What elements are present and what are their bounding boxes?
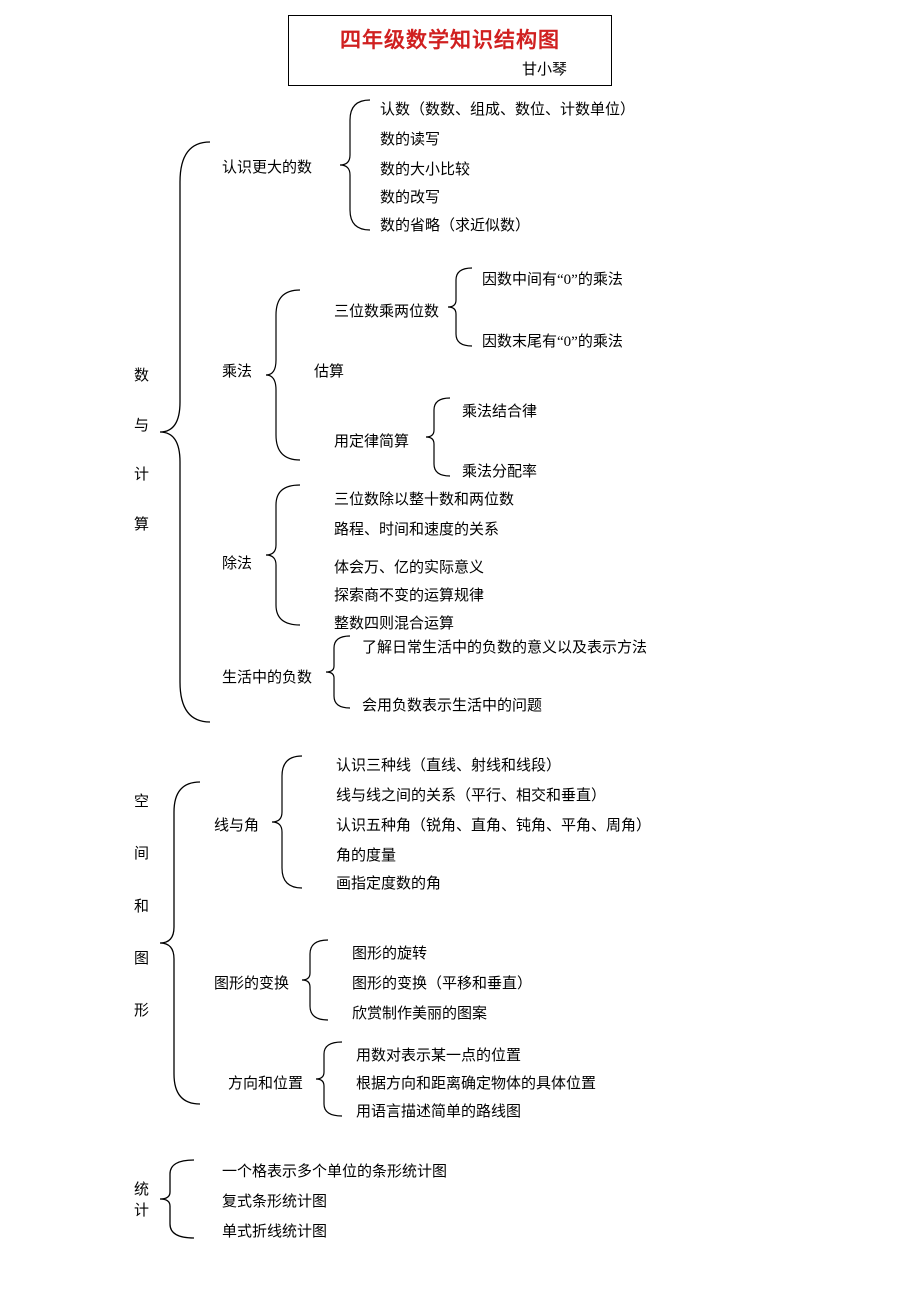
node-negative: 生活中的负数 xyxy=(222,666,312,687)
node-line-angle: 线与角 xyxy=(214,814,259,835)
leaf-2c1: 用数对表示某一点的位置 xyxy=(356,1044,521,1065)
node-3x2: 三位数乘两位数 xyxy=(334,300,439,321)
leaf-a5: 数的省略（求近似数） xyxy=(380,214,530,235)
brace-multiply xyxy=(266,290,306,460)
leaf-2b3: 欣赏制作美丽的图案 xyxy=(352,1002,487,1023)
root1-c3: 算 xyxy=(134,513,149,534)
title-box: 四年级数学知识结构图 甘小琴 xyxy=(288,15,612,86)
brace-root1 xyxy=(160,142,220,722)
diagram-author: 甘小琴 xyxy=(295,58,605,79)
root2-c0: 空 xyxy=(134,790,149,811)
brace-root3 xyxy=(160,1160,200,1238)
leaf-b3a: 乘法结合律 xyxy=(462,400,537,421)
leaf-2b1: 图形的旋转 xyxy=(352,942,427,963)
root1-c2: 计 xyxy=(134,463,149,484)
leaf-a2: 数的读写 xyxy=(380,128,440,149)
root-node-3: 统 计 xyxy=(134,1178,149,1218)
brace-line-angle xyxy=(272,756,308,888)
node-transform: 图形的变换 xyxy=(214,972,289,993)
root1-c0: 数 xyxy=(134,364,149,385)
leaf-c1: 三位数除以整十数和两位数 xyxy=(334,488,514,509)
leaf-a4: 数的改写 xyxy=(380,186,440,207)
leaf-c2: 路程、时间和速度的关系 xyxy=(334,518,499,539)
root3-c0: 统 xyxy=(134,1178,149,1199)
leaf-3b: 复式条形统计图 xyxy=(222,1190,327,1211)
leaf-2b2: 图形的变换（平移和垂直） xyxy=(352,972,532,993)
brace-3x2 xyxy=(448,268,476,346)
leaf-c4: 探索商不变的运算规律 xyxy=(334,584,484,605)
node-large-numbers: 认识更大的数 xyxy=(222,156,312,177)
brace-negative xyxy=(326,636,354,708)
leaf-c5: 整数四则混合运算 xyxy=(334,612,454,633)
leaf-3a: 一个格表示多个单位的条形统计图 xyxy=(222,1160,447,1181)
brace-transform xyxy=(302,940,332,1020)
root3-c1: 计 xyxy=(134,1199,149,1220)
leaf-2a1: 认识三种线（直线、射线和线段） xyxy=(336,754,561,775)
leaf-3c: 单式折线统计图 xyxy=(222,1220,327,1241)
brace-direction xyxy=(316,1042,346,1116)
leaf-c3: 体会万、亿的实际意义 xyxy=(334,556,484,577)
brace-laws xyxy=(426,398,454,476)
node-laws: 用定律简算 xyxy=(334,430,409,451)
leaf-d2: 会用负数表示生活中的问题 xyxy=(362,694,542,715)
leaf-d1: 了解日常生活中的负数的意义以及表示方法 xyxy=(362,636,647,657)
leaf-b3b: 乘法分配率 xyxy=(462,460,537,481)
leaf-2c2: 根据方向和距离确定物体的具体位置 xyxy=(356,1072,596,1093)
node-direction: 方向和位置 xyxy=(228,1072,303,1093)
root2-c2: 和 xyxy=(134,895,149,916)
brace-divide xyxy=(266,485,306,625)
leaf-b1b: 因数末尾有“0”的乘法 xyxy=(482,330,623,351)
leaf-a1: 认数（数数、组成、数位、计数单位） xyxy=(380,98,635,119)
brace-large-numbers xyxy=(340,100,376,230)
leaf-2a4: 角的度量 xyxy=(336,844,396,865)
leaf-2c3: 用语言描述简单的路线图 xyxy=(356,1100,521,1121)
node-multiply: 乘法 xyxy=(222,360,252,381)
root-node-1: 数 与 计 算 xyxy=(134,364,149,534)
leaf-b1a: 因数中间有“0”的乘法 xyxy=(482,268,623,289)
node-estimate: 估算 xyxy=(314,360,344,381)
leaf-2a3: 认识五种角（锐角、直角、钝角、平角、周角） xyxy=(336,814,651,835)
root2-c3: 图 xyxy=(134,947,149,968)
leaf-2a2: 线与线之间的关系（平行、相交和垂直） xyxy=(336,784,606,805)
root2-c1: 间 xyxy=(134,842,149,863)
leaf-a3: 数的大小比较 xyxy=(380,158,470,179)
root1-c1: 与 xyxy=(134,414,149,435)
root-node-2: 空 间 和 图 形 xyxy=(134,790,149,1020)
diagram-title: 四年级数学知识结构图 xyxy=(295,24,605,54)
node-divide: 除法 xyxy=(222,552,252,573)
root2-c4: 形 xyxy=(134,999,149,1020)
leaf-2a5: 画指定度数的角 xyxy=(336,872,441,893)
brace-root2 xyxy=(160,782,206,1104)
